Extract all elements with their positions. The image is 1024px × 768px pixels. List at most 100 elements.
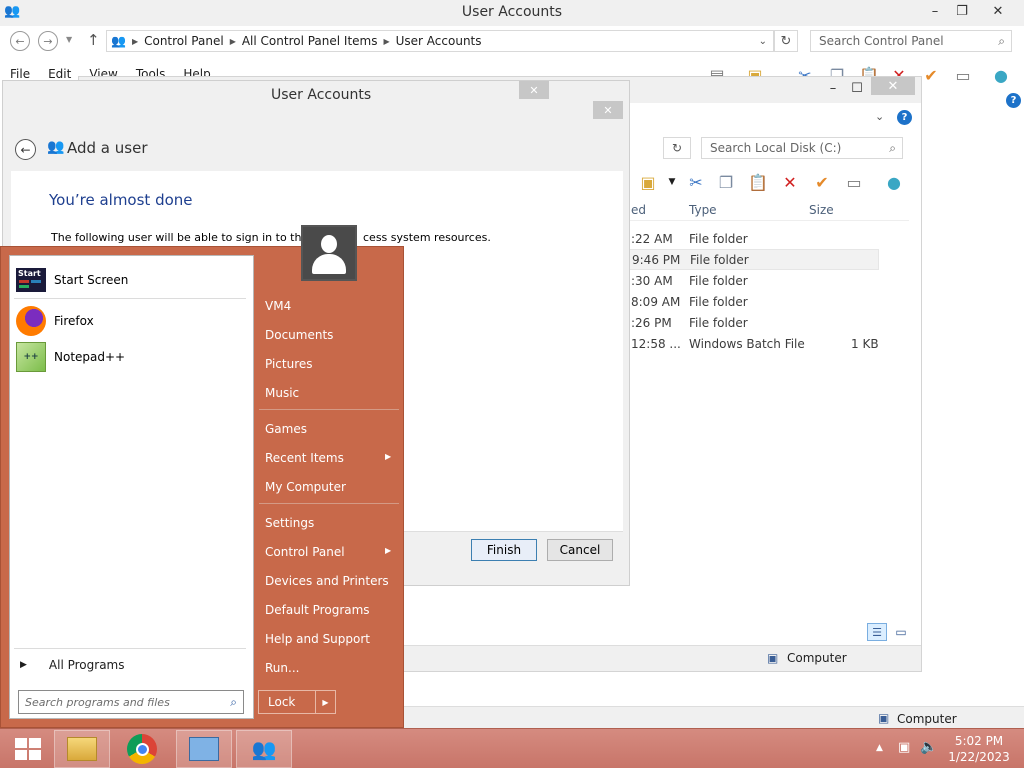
start-search-input[interactable]: Search programs and files ⌕ <box>18 690 244 714</box>
globe-icon[interactable]: ● <box>990 64 1012 86</box>
start-button[interactable] <box>0 730 56 768</box>
volume-icon[interactable]: 🔈 <box>920 739 937 755</box>
explorer-computer-icon: ▣ <box>767 651 779 665</box>
details-view-icon[interactable]: ☰ <box>867 623 887 641</box>
explorer-copy-icon[interactable]: ❐ <box>715 171 737 193</box>
check-icon[interactable]: ✔ <box>920 64 942 86</box>
explorer-search-input[interactable]: Search Local Disk (C:) ⌕ <box>701 137 903 159</box>
breadcrumb-control-panel[interactable]: Control Panel <box>144 34 224 48</box>
explorer-paste-icon[interactable]: 📋 <box>747 171 769 193</box>
network-icon[interactable]: ▣ <box>898 740 910 755</box>
explorer-refresh-button[interactable]: ↻ <box>663 137 691 159</box>
cp-titlebar[interactable]: 👥 User Accounts – ❐ ✕ <box>0 0 1024 26</box>
menu-vm4[interactable]: VM4 <box>265 299 291 313</box>
breadcrumb-all-items[interactable]: All Control Panel Items <box>242 34 378 48</box>
minimize-button[interactable]: – <box>920 0 950 22</box>
menu-default-programs[interactable]: Default Programs <box>265 603 370 617</box>
users-icon: 👥 <box>111 34 126 48</box>
taskbar-file-explorer[interactable] <box>54 730 110 768</box>
start-menu-left-pane: Start Start Screen Firefox ++ Notepad++ … <box>9 255 254 719</box>
dialog-back-button[interactable]: ← <box>15 139 36 160</box>
clock[interactable]: 5:02 PM 1/22/2023 <box>944 733 1014 765</box>
large-icons-view-icon[interactable]: ▭ <box>891 623 911 641</box>
dialog-heading: You’re almost done <box>49 191 193 209</box>
close-button[interactable]: ✕ <box>976 0 1020 22</box>
tray-expand-icon[interactable]: ▲ <box>876 743 883 753</box>
table-row[interactable]: 9:46 PM File folder <box>629 249 879 270</box>
breadcrumb-user-accounts[interactable]: User Accounts <box>396 34 482 48</box>
refresh-button[interactable]: ↻ <box>774 30 798 52</box>
menu-pictures[interactable]: Pictures <box>265 357 313 371</box>
cancel-button[interactable]: Cancel <box>547 539 613 561</box>
dialog-body-end: cess system resources. <box>363 231 491 244</box>
table-row[interactable]: 8:09 AM File folder <box>629 291 879 312</box>
table-row[interactable]: 12:58 ... Windows Batch File 1 KB <box>629 333 879 354</box>
menu-run[interactable]: Run... <box>265 661 299 675</box>
explorer-maximize-button[interactable]: ☐ <box>845 77 869 99</box>
computer-icon: ▣ <box>878 711 890 725</box>
all-programs[interactable]: ▶ All Programs <box>20 658 125 672</box>
rename-icon[interactable]: ▭ <box>952 64 974 86</box>
control-panel-arrow-icon: ▶ <box>385 546 392 555</box>
table-row[interactable]: :22 AM File folder <box>629 228 879 249</box>
menu-help-support[interactable]: Help and Support <box>265 632 370 646</box>
dialog-title: User Accounts <box>271 87 372 103</box>
explorer-status-computer: Computer <box>787 651 847 665</box>
clock-date: 1/22/2023 <box>948 750 1010 764</box>
column-date[interactable]: ed <box>631 203 646 217</box>
up-arrow-icon[interactable]: ↑ <box>87 31 100 49</box>
lock-button[interactable]: Lock <box>258 690 316 714</box>
taskbar-user-accounts[interactable]: 👥 <box>236 730 292 768</box>
maximize-button[interactable]: ❐ <box>948 0 976 22</box>
explorer-cut-icon[interactable]: ✂ <box>685 171 707 193</box>
table-row[interactable]: :26 PM File folder <box>629 312 879 333</box>
users-nav-icon: 👥 <box>47 139 65 155</box>
column-type[interactable]: Type <box>689 203 717 217</box>
menu-music[interactable]: Music <box>265 386 299 400</box>
status-computer: Computer <box>897 712 957 726</box>
menu-documents[interactable]: Documents <box>265 328 333 342</box>
menu-games[interactable]: Games <box>265 422 307 436</box>
menu-devices-printers[interactable]: Devices and Printers <box>265 574 389 588</box>
menu-control-panel[interactable]: Control Panel <box>265 545 345 559</box>
menu-settings[interactable]: Settings <box>265 516 314 530</box>
explorer-minimize-button[interactable]: – <box>821 77 845 99</box>
address-bar[interactable]: 👥 ▶ Control Panel ▶ All Control Panel It… <box>106 30 774 52</box>
forward-button[interactable]: → <box>38 31 58 51</box>
lock-options-button[interactable]: ▶ <box>315 690 336 714</box>
menu-recent-items[interactable]: Recent Items <box>265 451 344 465</box>
explorer-address-dropdown-icon[interactable]: ⌄ <box>875 110 884 123</box>
pinned-start-screen[interactable]: Start Start Screen <box>16 268 128 292</box>
file-list: :22 AM File folder 9:46 PM File folder :… <box>629 228 881 368</box>
back-button[interactable]: ← <box>10 31 30 51</box>
explorer-dropdown-icon[interactable]: ▼ <box>661 171 683 193</box>
notepadpp-icon: ++ <box>16 342 46 372</box>
explorer-globe-icon[interactable]: ● <box>883 171 905 193</box>
menu-file[interactable]: File <box>10 67 30 81</box>
address-dropdown-icon[interactable]: ⌄ <box>759 36 767 47</box>
explorer-delete-icon[interactable]: ✕ <box>779 171 801 193</box>
taskbar-chrome[interactable] <box>114 730 170 768</box>
menu-edit[interactable]: Edit <box>48 67 71 81</box>
taskbar-control-panel[interactable] <box>176 730 232 768</box>
start-screen-icon: Start <box>16 268 46 292</box>
column-size[interactable]: Size <box>809 203 834 217</box>
explorer-check-icon[interactable]: ✔ <box>811 171 833 193</box>
dialog-close-button[interactable]: ✕ <box>519 81 549 99</box>
menu-my-computer[interactable]: My Computer <box>265 480 346 494</box>
explorer-close-button[interactable]: ✕ <box>871 77 915 95</box>
table-row[interactable]: :30 AM File folder <box>629 270 879 291</box>
explorer-rename-icon[interactable]: ▭ <box>843 171 865 193</box>
explorer-folder-icon[interactable]: ▣ <box>637 171 659 193</box>
help-icon[interactable]: ? <box>1006 93 1021 108</box>
cp-search-input[interactable]: Search Control Panel ⌕ <box>810 30 1012 52</box>
recent-chevron-icon[interactable]: ▼ <box>66 35 72 44</box>
dialog-inner-close-button[interactable]: ✕ <box>593 101 623 119</box>
windows-logo-icon <box>15 738 41 760</box>
explorer-help-icon[interactable]: ? <box>897 110 912 125</box>
dialog-nav-title: Add a user <box>67 139 148 157</box>
user-avatar[interactable] <box>301 225 357 281</box>
pinned-notepadpp[interactable]: ++ Notepad++ <box>16 342 125 372</box>
finish-button[interactable]: Finish <box>471 539 537 561</box>
pinned-firefox[interactable]: Firefox <box>16 306 94 336</box>
